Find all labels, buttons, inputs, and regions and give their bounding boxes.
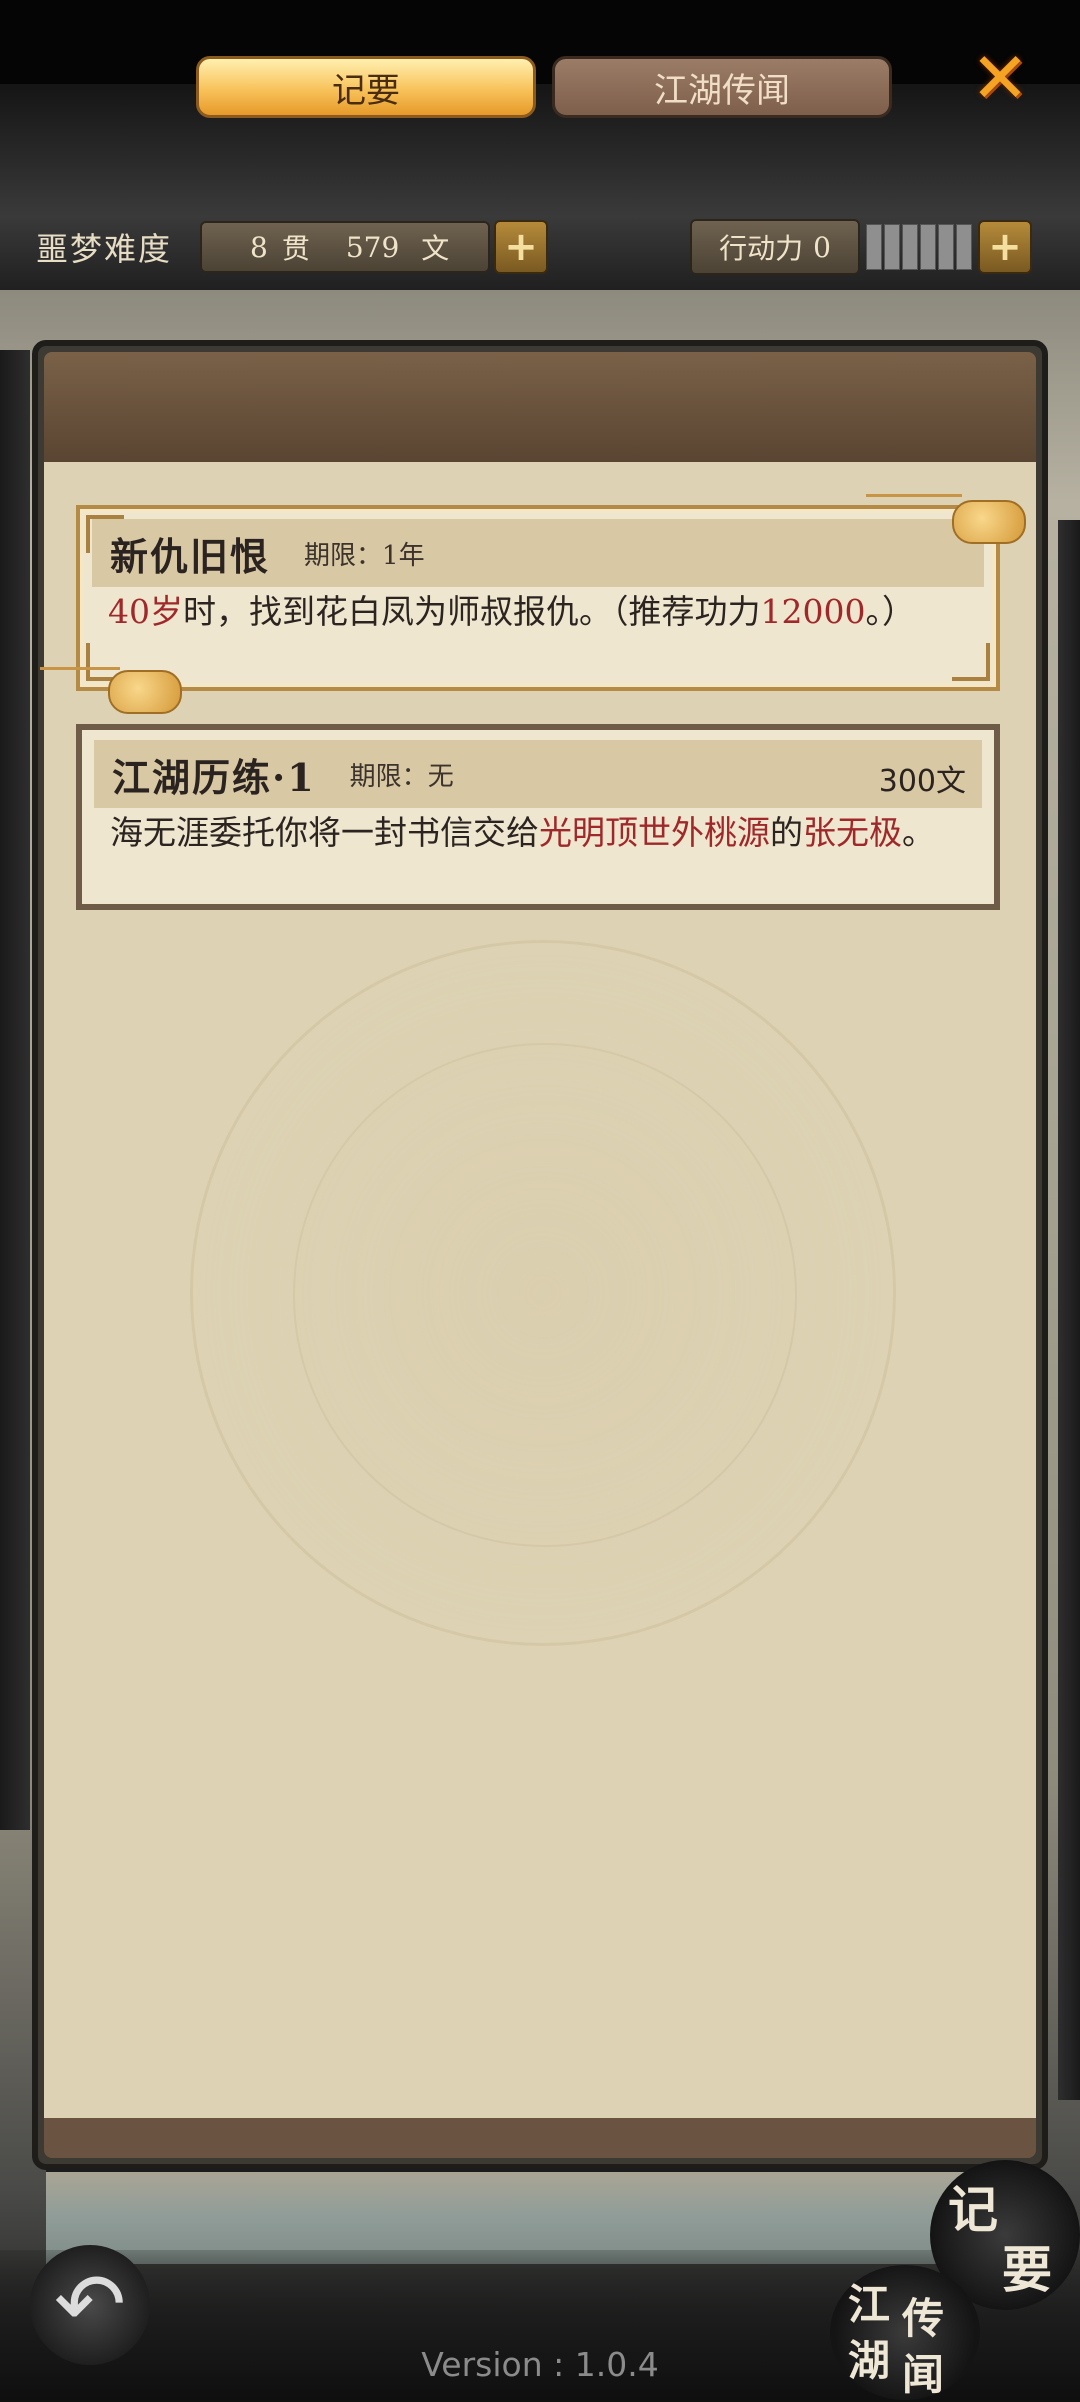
jianghu-char: 江 (848, 2280, 891, 2329)
jianghu-char: 传 (902, 2294, 945, 2343)
difficulty-indicator: 噩梦难度 (36, 212, 172, 282)
cloud-ornament-icon (952, 500, 1026, 544)
dragon-watermark (190, 940, 896, 1646)
quest-limit-value: 无 (427, 761, 454, 792)
quest-card[interactable]: 江湖历练·1 期限：无 300文 海无涯委托你将一封书信交给光明顶世外桃源的张无… (76, 724, 1000, 910)
quest-reward: 300文 (878, 764, 966, 799)
jiyao-char: 要 (1002, 2240, 1052, 2299)
action-power-segment (956, 224, 972, 270)
add-action-power-button[interactable]: + (978, 220, 1032, 274)
difficulty-label: 噩梦难度 (36, 230, 173, 268)
action-power-segment (938, 224, 954, 270)
money-display: 8 贯 579 文 + (200, 212, 548, 282)
jiyao-char: 记 (948, 2180, 998, 2239)
quest-desc-part: 时，找到花白凤为师叔报仇。（推荐功力 (183, 592, 761, 631)
quest-header: 新仇旧恨 期限：1年 (92, 519, 984, 587)
quest-card[interactable]: 新仇旧恨 期限：1年 40岁时，找到花白凤为师叔报仇。（推荐功力12000。） (76, 505, 1000, 691)
scroll-edge-right (1058, 520, 1080, 2100)
quest-desc-part: 40岁 (108, 592, 183, 631)
quest-desc-part: 。） (865, 592, 915, 631)
plus-icon: + (504, 224, 538, 270)
action-power-value: 0 (813, 230, 831, 264)
action-power-segment (902, 224, 918, 270)
money-guan-value: 8 (250, 230, 268, 264)
quest-limit: 期限：无 (350, 756, 454, 793)
version-label: Version : 1.0.4 (421, 2345, 659, 2384)
cloud-ornament-line (40, 667, 120, 670)
back-arrow-icon: ↶ (53, 2255, 127, 2355)
plus-icon: + (988, 224, 1022, 270)
quest-desc-part: 的 (770, 813, 803, 852)
action-power-segment (920, 224, 936, 270)
action-power-pill: 行动力 0 (690, 219, 860, 275)
quest-limit-label: 期限： (304, 540, 383, 571)
cloud-ornament-icon (108, 670, 182, 714)
panel-footer (44, 2118, 1036, 2158)
cloud-ornament-line (866, 494, 962, 497)
quest-limit-label: 期限： (349, 761, 428, 792)
action-power-bar (866, 224, 974, 270)
quest-desc-part: 张无极 (803, 813, 902, 852)
corner-ornament (952, 643, 990, 681)
action-power-segment (884, 224, 900, 270)
quest-desc-part: 。 (902, 813, 935, 852)
tab-jiyao[interactable]: 记要 (196, 56, 536, 118)
quest-desc-part: 12000 (760, 592, 866, 631)
scroll-edge-left (0, 350, 30, 1830)
quest-limit-value: 1年 (382, 540, 425, 571)
corner-ornament (86, 515, 124, 553)
tab-jianghu-chuanwen[interactable]: 江湖传闻 (552, 56, 892, 118)
quest-desc-part: 光明顶世外桃源 (539, 813, 770, 852)
add-money-button[interactable]: + (494, 220, 548, 274)
money-guan-unit: 贯 (281, 232, 310, 265)
quest-desc-part: 海无涯委托你将一封书信交给 (110, 813, 539, 852)
money-pill: 8 贯 579 文 (200, 221, 490, 273)
top-system-bar (0, 0, 1080, 84)
close-icon[interactable]: ✕ (966, 43, 1034, 113)
action-power-display: 行动力 0 + (690, 212, 1032, 282)
action-power-label: 行动力 (719, 232, 804, 265)
quest-description: 海无涯委托你将一封书信交给光明顶世外桃源的张无极。 (110, 812, 966, 854)
money-wen-unit: 文 (421, 232, 450, 265)
quest-description: 40岁时，找到花白凤为师叔报仇。（推荐功力12000。） (108, 591, 968, 633)
quest-header: 江湖历练·1 期限：无 300文 (94, 740, 982, 808)
panel-header (44, 352, 1036, 462)
quest-title: 江湖历练·1 (112, 754, 316, 800)
money-wen-value: 579 (345, 230, 400, 264)
quest-title: 新仇旧恨 (110, 533, 271, 579)
action-power-segment (866, 224, 882, 270)
quest-limit: 期限：1年 (304, 535, 425, 572)
